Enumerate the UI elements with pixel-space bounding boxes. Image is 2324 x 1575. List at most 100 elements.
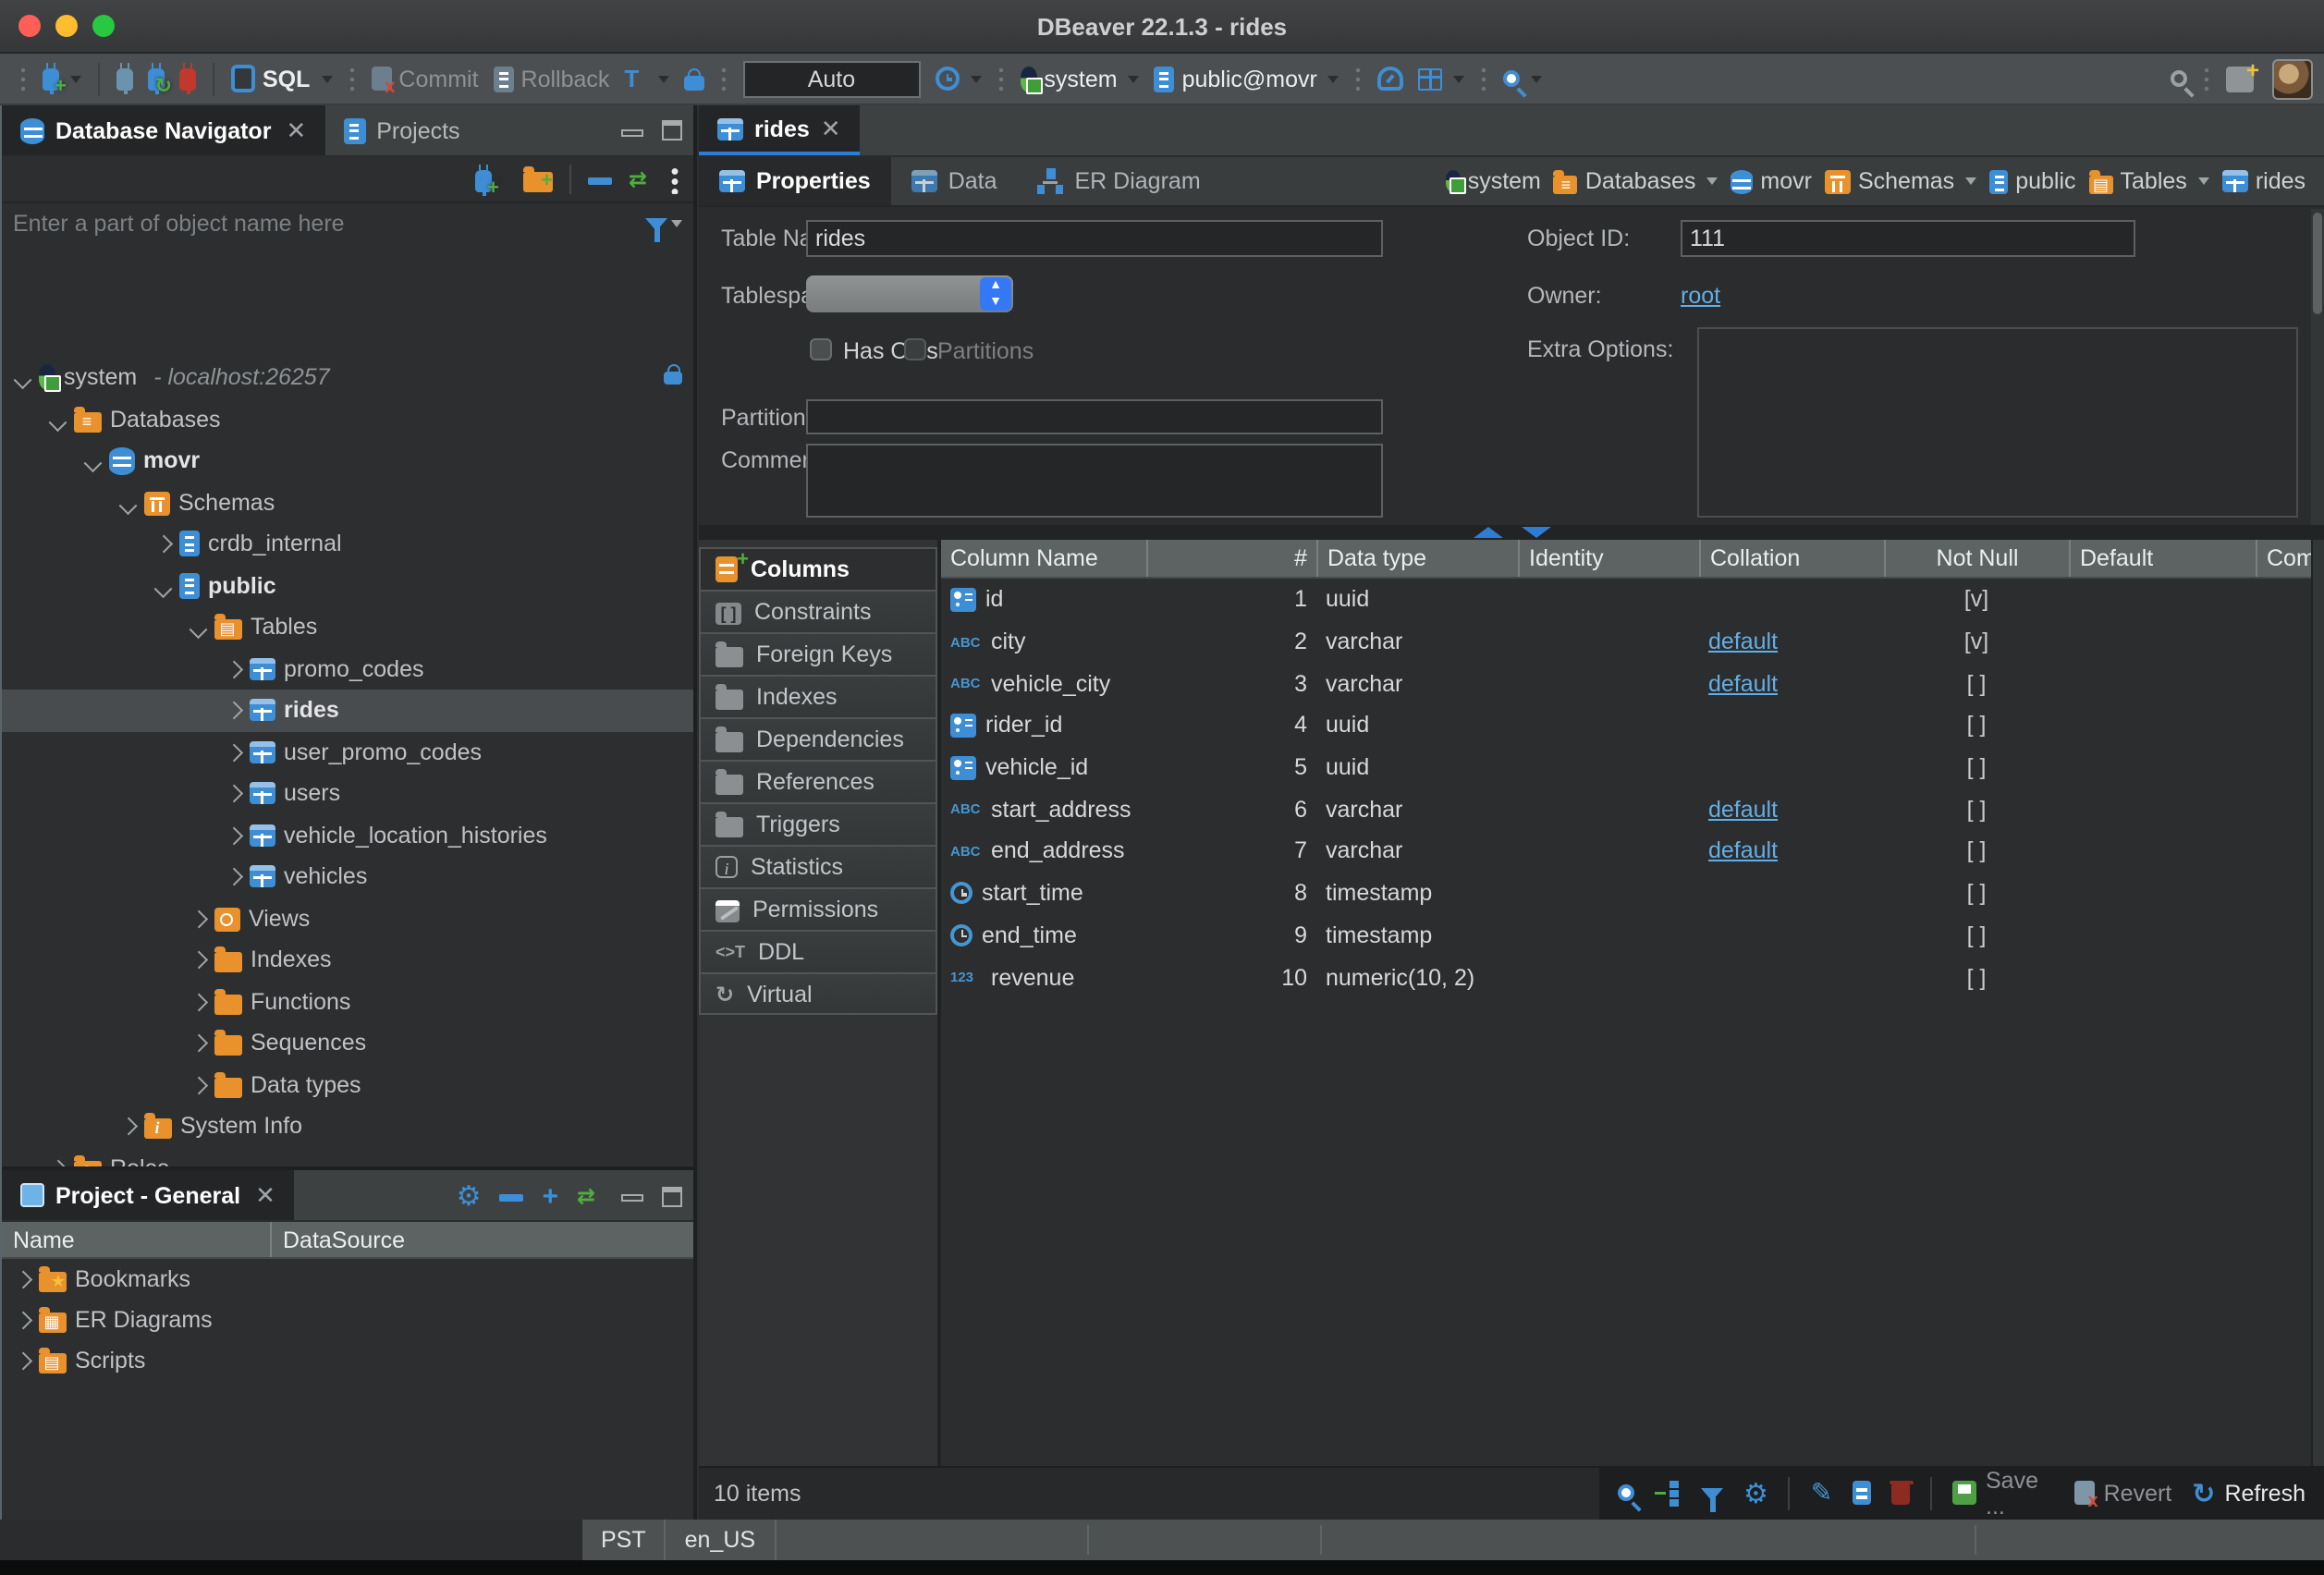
tree-item-databases[interactable]: ≡ Databases: [2, 398, 693, 440]
commit-button[interactable]: Commit: [363, 56, 485, 101]
owner-link[interactable]: root: [1681, 283, 1720, 309]
transaction-lock-button[interactable]: [676, 56, 711, 101]
maximize-window-button[interactable]: [92, 15, 115, 37]
grid-row-city[interactable]: ABCcity 2 varchar default [v]: [941, 620, 2311, 662]
collapse-down-icon[interactable]: [1521, 527, 1550, 538]
close-tab-icon[interactable]: ✕: [821, 114, 841, 143]
grid-row-start-time[interactable]: start_time 8 timestamp [ ]: [941, 873, 2311, 914]
minimize-panel-icon[interactable]: [621, 128, 643, 136]
chevron-down-icon[interactable]: [321, 75, 332, 82]
breadcrumb-public[interactable]: public: [1989, 168, 2075, 194]
tab-projects[interactable]: Projects: [324, 105, 478, 155]
collapse-chevron-icon[interactable]: [225, 868, 241, 885]
side-tab-statistics[interactable]: i Statistics: [699, 845, 937, 887]
tree-item-indexes[interactable]: Indexes: [2, 939, 693, 981]
tree-item-vehicles[interactable]: vehicles: [2, 856, 693, 897]
chevron-down-icon[interactable]: [657, 75, 668, 82]
revert-button[interactable]: Revert: [2074, 1480, 2172, 1506]
side-tab-ddl[interactable]: <>T DDL: [699, 930, 937, 972]
expand-chevron-icon[interactable]: [14, 371, 31, 387]
minimize-window-button[interactable]: [55, 15, 78, 37]
active-connection-selector[interactable]: system: [1012, 56, 1146, 101]
tree-item-functions[interactable]: Functions: [2, 981, 693, 1022]
chevron-down-icon[interactable]: [1328, 75, 1339, 82]
side-tab-dependencies[interactable]: Dependencies: [699, 717, 937, 760]
chevron-down-icon[interactable]: [671, 220, 682, 227]
column-header-identity[interactable]: Identity: [1518, 540, 1699, 577]
gear-icon[interactable]: ⚙: [457, 1183, 482, 1209]
project-item-scripts[interactable]: ▤ Scripts: [2, 1340, 693, 1381]
search-icon[interactable]: [1618, 1484, 1634, 1501]
expand-icon[interactable]: +: [542, 1184, 558, 1208]
grid-row-id[interactable]: id 1 uuid [v]: [941, 579, 2311, 620]
new-connection-button[interactable]: +: [35, 56, 89, 101]
filter-funnel-icon[interactable]: [1701, 1487, 1723, 1500]
tree-item-views[interactable]: Views: [2, 897, 693, 939]
collapse-all-icon[interactable]: [499, 1193, 523, 1201]
collapse-up-icon[interactable]: [1473, 527, 1502, 538]
tree-item-schemas[interactable]: Schemas: [2, 482, 693, 523]
grid-row-end-time[interactable]: end_time 9 timestamp [ ]: [941, 914, 2311, 956]
has-oids-checkbox[interactable]: [810, 338, 832, 360]
expand-chevron-icon[interactable]: [154, 579, 171, 595]
grid-row-vehicle-city[interactable]: ABCvehicle_city 3 varchar default [ ]: [941, 663, 2311, 704]
project-item-bookmarks[interactable]: ★ Bookmarks: [2, 1259, 693, 1300]
tab-rides-editor[interactable]: rides ✕: [699, 105, 860, 155]
collapse-chevron-icon[interactable]: [14, 1352, 31, 1369]
grid-row-vehicle-id[interactable]: vehicle_id 5 uuid [ ]: [941, 747, 2311, 788]
side-tab-virtual[interactable]: ↻ Virtual: [699, 972, 937, 1015]
delete-trash-icon[interactable]: [1891, 1484, 1910, 1505]
data-search-button[interactable]: [1497, 56, 1550, 101]
tree-item-users[interactable]: users: [2, 773, 693, 814]
link-with-editor-icon[interactable]: ⇄: [629, 166, 654, 192]
project-item-er-diagrams[interactable]: ▦ ER Diagrams: [2, 1300, 693, 1340]
breadcrumb-system[interactable]: system: [1446, 168, 1541, 194]
expand-chevron-icon[interactable]: [49, 412, 66, 429]
new-connection-toolbar-button[interactable]: +: [475, 167, 507, 191]
collapse-chevron-icon[interactable]: [225, 826, 241, 843]
collapse-chevron-icon[interactable]: [14, 1312, 31, 1328]
rollback-button[interactable]: Rollback: [486, 56, 618, 101]
side-tab-columns[interactable]: Columns: [699, 547, 937, 590]
link-with-editor-icon[interactable]: ⇄: [577, 1183, 603, 1209]
maximize-panel-icon[interactable]: [662, 1186, 682, 1206]
expand-chevron-icon[interactable]: [119, 495, 136, 512]
tab-project-general[interactable]: Project - General ✕: [2, 1170, 294, 1220]
collapse-chevron-icon[interactable]: [190, 910, 206, 926]
chevron-down-icon[interactable]: [1965, 177, 1976, 185]
collapse-chevron-icon[interactable]: [190, 1034, 206, 1051]
grid-row-rider-id[interactable]: rider_id 4 uuid [ ]: [941, 704, 2311, 746]
maximize-panel-icon[interactable]: [662, 120, 682, 140]
grid-row-end-address[interactable]: ABCend_address 7 varchar default [ ]: [941, 830, 2311, 872]
partitions-checkbox[interactable]: [904, 338, 926, 360]
breadcrumb-schemas[interactable]: Schemas: [1825, 168, 1976, 194]
save-button[interactable]: Save ...: [1952, 1467, 2054, 1519]
tree-item-tables[interactable]: ▤ Tables: [2, 606, 693, 648]
active-schema-selector[interactable]: public@movr: [1147, 56, 1347, 101]
chevron-down-icon[interactable]: [1129, 75, 1140, 82]
comment-textarea[interactable]: [806, 444, 1383, 518]
view-menu-icon[interactable]: [671, 165, 679, 194]
grid-row-revenue[interactable]: 123revenue 10 numeric(10, 2) [ ]: [941, 956, 2311, 997]
collapse-chevron-icon[interactable]: [225, 702, 241, 718]
collapse-chevron-icon[interactable]: [14, 1271, 31, 1288]
commit-mode-combo[interactable]: Auto: [742, 60, 920, 97]
columns-view-icon[interactable]: [1853, 1481, 1871, 1505]
object-filter-input[interactable]: [13, 211, 645, 237]
edit-pencil-icon[interactable]: ✎: [1811, 1480, 1832, 1506]
collapse-chevron-icon[interactable]: [190, 993, 206, 1009]
transaction-log-button[interactable]: T: [617, 56, 676, 101]
dashboard-button[interactable]: [1371, 56, 1412, 101]
collapse-chevron-icon[interactable]: [119, 1117, 136, 1134]
tab-data[interactable]: Data: [891, 157, 1018, 205]
tab-database-navigator[interactable]: Database Navigator ✕: [2, 105, 324, 155]
breadcrumb-databases[interactable]: ≡ Databases: [1554, 168, 1719, 194]
collapse-chevron-icon[interactable]: [190, 951, 206, 968]
tree-item-sequences[interactable]: Sequences: [2, 1022, 693, 1064]
transaction-history-button[interactable]: [927, 56, 988, 101]
column-header-notnull[interactable]: Not Null: [1884, 540, 2069, 577]
tree-item-system[interactable]: system - localhost:26257: [2, 357, 693, 398]
close-tab-icon[interactable]: ✕: [255, 1180, 275, 1210]
timezone-indicator[interactable]: PST: [582, 1520, 667, 1560]
grid-scrollbar[interactable]: [2311, 540, 2324, 1466]
